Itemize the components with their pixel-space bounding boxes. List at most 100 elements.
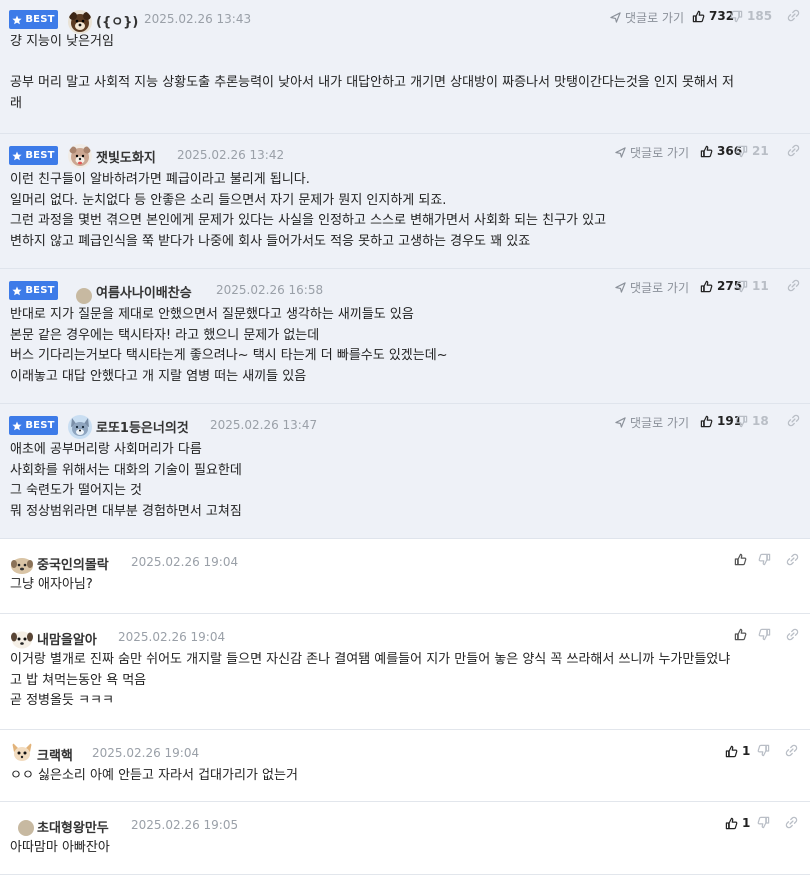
copy-link-button[interactable]	[785, 744, 798, 757]
comment-body: 반대로 지가 질문을 제대로 안했으면서 질문했다고 생각하는 새끼들도 있음 본…	[0, 305, 810, 387]
copy-link-button[interactable]	[787, 414, 800, 427]
thumbs-down-icon	[757, 816, 770, 829]
copy-link-button[interactable]	[786, 628, 799, 641]
copy-link-button[interactable]	[786, 553, 799, 566]
comment-date: 2025.02.26 16:58	[216, 283, 324, 297]
thumbs-up-icon	[734, 553, 747, 566]
best-badge: BEST	[9, 281, 58, 300]
dislike-button[interactable]	[758, 628, 771, 641]
best-label: BEST	[25, 285, 55, 296]
go-to-reply-link[interactable]: 댓글로 가기	[615, 414, 689, 431]
comment-header: BEST 로또1등은너의것 2025.02.26 13:47 댓글로 가기 191 18	[0, 404, 810, 440]
nickname[interactable]: 잿빛도화지	[96, 147, 156, 166]
nickname[interactable]: 여름사나이배찬승	[96, 282, 192, 301]
go-to-reply-label: 댓글로 가기	[630, 416, 690, 430]
copy-link-button[interactable]	[787, 279, 800, 292]
dislike-button-count: 185	[747, 9, 773, 23]
send-icon	[610, 12, 621, 23]
like-button-count: 1	[742, 744, 751, 758]
nickname[interactable]: 로또1등은너의것	[96, 417, 189, 436]
avatar[interactable]	[68, 144, 92, 168]
go-to-reply-label: 댓글로 가기	[630, 146, 690, 160]
dislike-button[interactable]: 21	[735, 144, 769, 158]
comment-header: 중국인의몰락 2025.02.26 19:04	[0, 539, 810, 575]
copy-link-button[interactable]	[787, 9, 800, 22]
best-comment: BEST ({ㅇ}) 2025.02.26 13:43 댓글로 가기 732 185 걍 지…	[0, 0, 810, 134]
copy-link-button[interactable]	[785, 816, 798, 829]
star-icon	[12, 286, 22, 296]
dislike-button[interactable]: 185	[730, 9, 772, 23]
thumbs-up-icon	[725, 745, 738, 758]
comment-header: BEST 여름사나이배찬승 2025.02.26 16:58 댓글로 가기 275 11	[0, 269, 810, 305]
like-button[interactable]: 1	[725, 744, 750, 758]
comment-body: 아따맘마 아빠잔아	[0, 838, 810, 859]
avatar[interactable]	[10, 627, 34, 651]
comment-line: 그냥 애자아님?	[10, 577, 93, 592]
like-button[interactable]: 1	[725, 816, 750, 830]
comment-line: 곧 정병올듯 ㅋㅋㅋ	[10, 693, 114, 708]
comment-date: 2025.02.26 13:43	[144, 12, 252, 26]
like-button[interactable]: 732	[692, 9, 734, 23]
thumbs-down-icon	[757, 744, 770, 757]
dislike-button[interactable]: 11	[735, 279, 769, 293]
thumbs-down-icon	[758, 628, 771, 641]
like-button-count: 1	[742, 816, 751, 830]
thumbs-up-icon	[700, 145, 713, 158]
go-to-reply-link[interactable]: 댓글로 가기	[615, 279, 689, 296]
nickname[interactable]: 초대형왕만두	[37, 817, 109, 836]
avatar[interactable]	[10, 553, 34, 577]
nickname[interactable]: 크랙핵	[37, 745, 73, 764]
comment-line: 반대로 지가 질문을 제대로 안했으면서 질문했다고 생각하는 새끼들도 있음	[10, 307, 414, 322]
thumbs-down-icon	[735, 145, 748, 158]
avatar[interactable]	[68, 10, 92, 34]
nickname[interactable]: 내맘을알아	[37, 629, 97, 648]
best-badge: BEST	[9, 146, 58, 165]
thumbs-down-icon	[735, 280, 748, 293]
thumbs-up-icon	[700, 280, 713, 293]
go-to-reply-link[interactable]: 댓글로 가기	[615, 144, 689, 161]
best-comment: BEST 잿빛도화지 2025.02.26 13:42 댓글로 가기 366 21 이런 친…	[0, 134, 810, 269]
comment-line: 사회화를 위해서는 대화의 기술이 필요한데	[10, 462, 242, 478]
go-to-reply-label: 댓글로 가기	[630, 281, 690, 295]
comment: 중국인의몰락 2025.02.26 19:04 그냥 애자아님?	[0, 539, 810, 614]
like-button[interactable]	[734, 628, 747, 641]
comment-line: 변하지 않고 폐급인식을 쭉 받다가 나중에 회사 들어가서도 적응 못하고 고…	[10, 233, 531, 249]
dislike-button-count: 18	[752, 414, 769, 428]
avatar[interactable]	[14, 816, 38, 840]
star-icon	[12, 421, 22, 431]
thumbs-up-icon	[725, 817, 738, 830]
go-to-reply-link[interactable]: 댓글로 가기	[610, 9, 684, 26]
go-to-reply-label: 댓글로 가기	[625, 11, 685, 25]
like-button[interactable]	[734, 553, 747, 566]
comment-header: 크랙핵 2025.02.26 19:04 1	[0, 730, 810, 766]
send-icon	[615, 147, 626, 158]
copy-link-button[interactable]	[787, 144, 800, 157]
link-icon	[787, 414, 800, 427]
nickname[interactable]: ({ㅇ})	[96, 11, 138, 30]
dislike-button-count: 11	[752, 279, 769, 293]
best-comment: BEST 여름사나이배찬승 2025.02.26 16:58 댓글로 가기 275 11 반…	[0, 269, 810, 404]
best-label: BEST	[25, 150, 55, 161]
comment-body: 이런 친구들이 알바하려가면 폐급이라고 불리게 됩니다. 일머리 없다. 눈치없…	[0, 170, 810, 252]
comment-line: 래	[10, 95, 22, 111]
comment-line: 그 숙련도가 떨어지는 것	[10, 483, 142, 498]
comment-body: 그냥 애자아님?	[0, 575, 810, 596]
comment-line: 아따맘마 아빠잔아	[10, 840, 110, 855]
star-icon	[12, 151, 22, 161]
send-icon	[615, 417, 626, 428]
comment-body: ㅇㅇ 싫은소리 아예 안듣고 자라서 겁대가리가 없는거	[0, 766, 810, 787]
dislike-button[interactable]	[758, 553, 771, 566]
thumbs-down-icon	[758, 553, 771, 566]
dislike-button[interactable]	[757, 816, 770, 829]
avatar[interactable]	[10, 740, 34, 764]
thumbs-up-icon	[700, 415, 713, 428]
comment-line: 이거랑 별개로 진짜 숨만 쉬어도 개지랄 들으면 자신감 존나 결여됌 예를들…	[10, 652, 731, 667]
dislike-button[interactable]	[757, 744, 770, 757]
avatar[interactable]	[72, 284, 96, 308]
avatar[interactable]	[68, 415, 92, 439]
comment-line: 그런 과정을 몇번 겪으면 본인에게 문제가 있다는 사실을 인정하고 스스로 …	[10, 213, 607, 228]
thumbs-down-icon	[735, 415, 748, 428]
best-badge: BEST	[9, 10, 58, 29]
nickname[interactable]: 중국인의몰락	[37, 554, 109, 573]
dislike-button[interactable]: 18	[735, 414, 769, 428]
